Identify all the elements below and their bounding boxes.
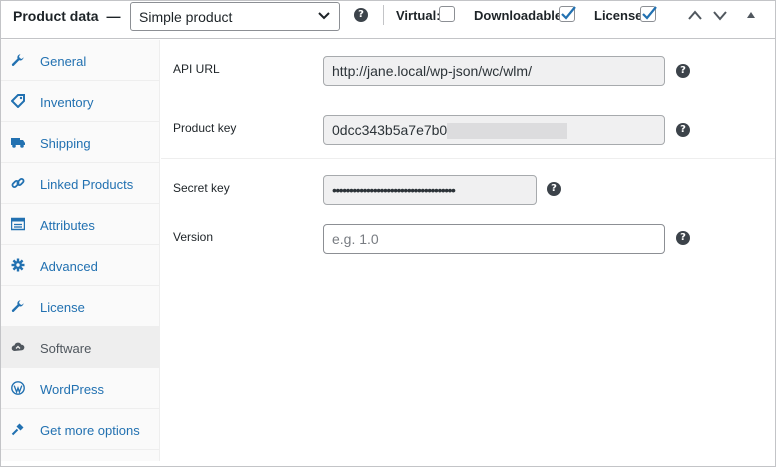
secret-key-value: ••••••••••••••••••••••••••••••••••••: [332, 182, 456, 198]
help-icon[interactable]: ?: [354, 8, 368, 22]
tab-get-more-options[interactable]: Get more options: [1, 409, 159, 450]
virtual-label: Virtual:: [396, 8, 441, 23]
tab-label: General: [40, 54, 87, 69]
tab-advanced[interactable]: Advanced: [1, 245, 159, 286]
version-field[interactable]: e.g. 1.0: [323, 224, 665, 254]
secret-key-label: Secret key: [173, 181, 230, 195]
collapse-toggle-icon[interactable]: [745, 8, 757, 22]
license-checkbox[interactable]: [640, 6, 657, 22]
downloadable-checkbox[interactable]: [559, 6, 576, 22]
tab-general[interactable]: General: [1, 40, 159, 81]
tab-shipping[interactable]: Shipping: [1, 122, 159, 163]
link-icon: [11, 178, 25, 188]
check-icon: [561, 6, 576, 20]
secret-key-field[interactable]: ••••••••••••••••••••••••••••••••••••: [323, 175, 537, 205]
tab-label: WordPress: [40, 382, 105, 397]
panel-title: Product data —: [13, 8, 120, 24]
tab-attributes[interactable]: Attributes: [1, 204, 159, 245]
version-label: Version: [173, 230, 214, 244]
downloadable-label: Downloadable:: [474, 8, 567, 23]
title-dash: —: [106, 8, 121, 24]
tab-label: Shipping: [40, 136, 91, 151]
title-text: Product data: [13, 8, 99, 24]
header-divider: [383, 5, 384, 25]
redacted-block: [447, 123, 568, 140]
product-key-label: Product key: [173, 121, 237, 135]
help-icon[interactable]: ?: [676, 64, 690, 78]
plugin-icon: [11, 423, 24, 436]
table-icon: [11, 217, 25, 231]
panel-header: Product data — Simple product ? Virtual:…: [1, 1, 775, 39]
tab-label: Software: [40, 341, 92, 356]
wrench-icon: [11, 300, 24, 312]
check-icon: [642, 6, 657, 20]
license-label: License:: [594, 8, 647, 23]
product-data-panel: Product data — Simple product ? Virtual:…: [0, 0, 776, 467]
software-panel: API URL http://jane.local/wp-json/wc/wlm…: [161, 40, 775, 461]
virtual-checkbox[interactable]: [439, 6, 455, 22]
move-down-icon[interactable]: [712, 8, 728, 22]
help-icon[interactable]: ?: [676, 123, 690, 137]
product-type-value: Simple product: [139, 9, 233, 25]
help-icon[interactable]: ?: [547, 182, 561, 196]
tag-icon: [11, 94, 25, 108]
gear-icon: [11, 258, 25, 272]
tab-label: License: [40, 300, 85, 315]
tab-software[interactable]: Software: [1, 327, 159, 368]
tab-linked-products[interactable]: Linked Products: [1, 163, 159, 204]
wordpress-icon: [11, 381, 25, 395]
tab-license[interactable]: License: [1, 286, 159, 327]
api-url-label: API URL: [173, 62, 220, 76]
tab-label: Inventory: [40, 95, 94, 110]
product-data-tabs: General Inventory Shipping Linked Produc…: [1, 40, 160, 461]
tab-wordpress[interactable]: WordPress: [1, 368, 159, 409]
tab-label: Get more options: [40, 423, 140, 438]
api-url-field[interactable]: http://jane.local/wp-json/wc/wlm/: [323, 56, 665, 86]
product-key-field[interactable]: 0dcc343b5a7e7b0: [323, 115, 665, 145]
product-type-select[interactable]: Simple product: [130, 2, 340, 31]
tab-label: Linked Products: [40, 177, 134, 192]
move-up-icon[interactable]: [687, 8, 703, 22]
truck-icon: [11, 138, 25, 148]
tab-label: Attributes: [40, 218, 95, 233]
cloud-icon: [11, 342, 25, 351]
tab-label: Advanced: [40, 259, 98, 274]
help-icon[interactable]: ?: [676, 231, 690, 245]
wrench-icon: [11, 54, 24, 66]
tab-inventory[interactable]: Inventory: [1, 81, 159, 122]
section-divider: [161, 158, 775, 159]
product-key-value: 0dcc343b5a7e7b0: [332, 122, 448, 138]
chevron-down-icon: [318, 12, 330, 20]
